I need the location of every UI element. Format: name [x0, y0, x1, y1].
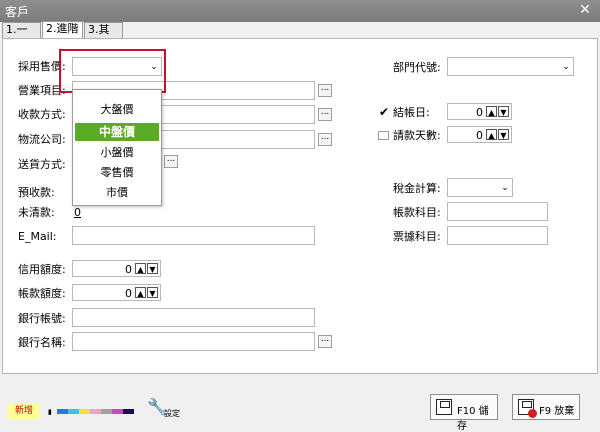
delivery-label: 送貨方式:	[18, 158, 66, 171]
footer-bar	[0, 376, 600, 431]
close-icon[interactable]: ✕	[576, 2, 594, 18]
save-button-label: F10 儲存	[457, 406, 489, 432]
payment-days-checkbox[interactable]	[378, 131, 389, 140]
tax-label: 稅金計算:	[393, 182, 441, 195]
spin-up-icon[interactable]: ▲	[486, 106, 497, 117]
payment-days-value: 0	[476, 129, 483, 142]
closing-day-spinner[interactable]: 0 ▲ ▼	[447, 103, 512, 120]
collection-browse-button[interactable]: ...	[318, 108, 332, 121]
price-option-mid[interactable]: 中盤價	[75, 123, 159, 141]
discard-button-label: F9 放棄	[539, 406, 575, 417]
color-swatch-cyan[interactable]	[68, 409, 79, 414]
credit-value: 0	[125, 263, 132, 276]
price-option-market[interactable]: 市價	[75, 184, 159, 202]
window-title: 客戶	[5, 5, 30, 19]
color-swatch-gray[interactable]	[101, 409, 112, 414]
tax-select[interactable]: ⌄	[447, 178, 513, 197]
bank-name-browse-button[interactable]: ...	[318, 335, 332, 348]
bank-name-input[interactable]	[72, 332, 315, 351]
new-status-badge: 新增	[8, 404, 40, 419]
chevron-down-icon[interactable]: ⌄	[561, 61, 571, 73]
credit-label: 信用額度:	[18, 263, 66, 276]
dept-label: 部門代號:	[393, 61, 441, 74]
logistics-browse-button[interactable]: ...	[318, 133, 332, 146]
chevron-down-icon[interactable]: ⌄	[500, 182, 510, 194]
account-limit-spinner[interactable]: 0 ▲ ▼	[72, 284, 161, 301]
credit-spinner[interactable]: 0 ▲ ▼	[72, 260, 161, 277]
save-button[interactable]: F10 儲存	[430, 394, 498, 432]
color-swatch-magenta[interactable]	[112, 409, 123, 414]
tab-general[interactable]: 1.一般	[2, 22, 41, 50]
closing-day-value: 0	[476, 106, 483, 119]
prepaid-label: 預收款:	[18, 186, 55, 199]
spin-up-icon[interactable]: ▲	[135, 263, 146, 274]
tab-advanced[interactable]: 2.進階	[42, 21, 83, 39]
account-limit-label: 帳款額度:	[18, 287, 66, 300]
logistics-label: 物流公司:	[18, 133, 66, 146]
price-option-wholesale[interactable]: 大盤價	[75, 101, 159, 119]
dept-select[interactable]: ⌄	[447, 57, 574, 76]
price-option-retail[interactable]: 零售價	[75, 164, 159, 182]
save-icon	[436, 399, 452, 415]
price-option-small[interactable]: 小盤價	[75, 144, 159, 162]
color-swatch-yellow[interactable]	[79, 409, 90, 414]
outstanding-label: 未清款:	[18, 206, 55, 219]
settings-label[interactable]: 設定	[164, 407, 180, 420]
payment-days-label: 請款天數:	[393, 129, 441, 142]
account-limit-value: 0	[125, 287, 132, 300]
spin-down-icon[interactable]: ▼	[147, 263, 158, 274]
bank-account-input[interactable]	[72, 308, 315, 327]
spin-down-icon[interactable]: ▼	[498, 106, 509, 117]
outstanding-value[interactable]: 0	[74, 206, 81, 219]
email-label: E_Mail:	[18, 230, 57, 243]
spin-down-icon[interactable]: ▼	[498, 129, 509, 140]
account-subject-input[interactable]	[447, 202, 548, 221]
color-swatch-navy[interactable]	[123, 409, 134, 414]
color-swatch-pink[interactable]	[90, 409, 101, 414]
tab-other[interactable]: 3.其他	[84, 22, 123, 50]
sales-item-browse-button[interactable]: ...	[318, 84, 332, 97]
tab-bar: 1.一般 2.進階 3.其他	[0, 21, 600, 50]
payment-days-spinner[interactable]: 0 ▲ ▼	[447, 126, 512, 143]
closing-day-checkbox[interactable]: ✔	[378, 106, 390, 118]
swatch-marker: ▮	[48, 408, 52, 416]
bill-subject-label: 票據科目:	[393, 230, 441, 243]
discard-icon	[518, 399, 537, 418]
spin-up-icon[interactable]: ▲	[135, 287, 146, 298]
delivery-browse-button[interactable]: ...	[164, 155, 178, 168]
discard-button[interactable]: F9 放棄	[512, 394, 580, 420]
spin-up-icon[interactable]: ▲	[486, 129, 497, 140]
spin-down-icon[interactable]: ▼	[147, 287, 158, 298]
bank-account-label: 銀行帳號:	[18, 312, 66, 325]
color-swatch-blue[interactable]	[57, 409, 68, 414]
highlight-callout	[59, 49, 166, 93]
email-input[interactable]	[72, 226, 315, 245]
closing-day-label: 結帳日:	[393, 106, 430, 119]
collection-label: 收款方式:	[18, 108, 66, 121]
title-bar: 客戶 ✕	[0, 0, 600, 22]
bill-subject-input[interactable]	[447, 226, 548, 245]
account-subject-label: 帳款科目:	[393, 206, 441, 219]
bank-name-label: 銀行名稱:	[18, 336, 66, 349]
price-dropdown-list: 大盤價 中盤價 小盤價 零售價 市價	[72, 89, 162, 206]
